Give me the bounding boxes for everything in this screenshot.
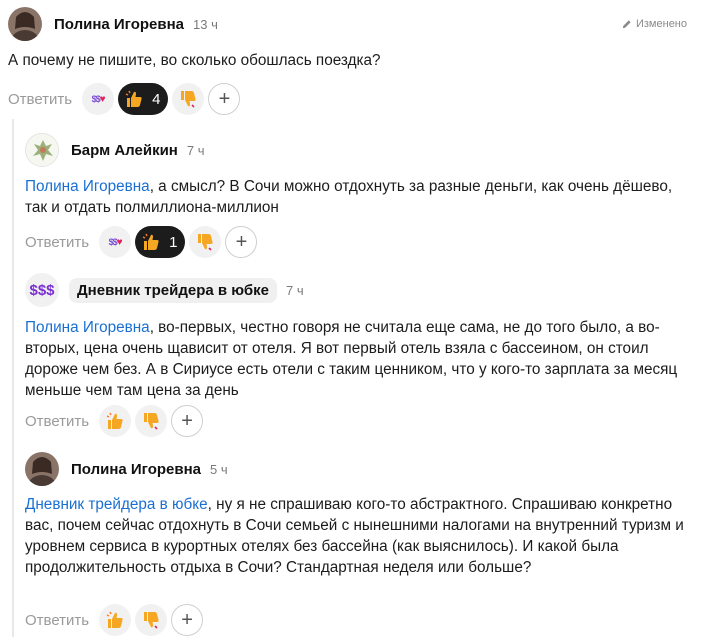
thumbs-down-icon — [144, 612, 159, 629]
timestamp: 5 ч — [210, 461, 228, 477]
reply-button[interactable]: Ответить — [8, 91, 72, 108]
comment-actions: Ответить + — [25, 405, 204, 437]
comment-header: $$$ Дневник трейдера в юбке 7 ч — [25, 273, 304, 307]
timestamp: 13 ч — [193, 16, 218, 32]
comment-header: Полина Игоревна 13 ч — [8, 7, 218, 41]
comment-header: Полина Игоревна 5 ч — [25, 452, 228, 486]
pencil-icon — [622, 19, 631, 28]
money-heart-icon: $$♥ — [91, 93, 106, 105]
comment-text: Полина Игоревна, во-первых, честно говор… — [25, 319, 678, 399]
comment-actions: Ответить + — [25, 604, 204, 636]
like-reaction-button[interactable] — [99, 405, 132, 437]
comment-text: Дневник трейдера в юбке, ну я не спрашив… — [25, 496, 684, 576]
mention-link[interactable]: Полина Игоревна — [25, 319, 150, 336]
thumbs-up-icon — [125, 90, 142, 107]
author-name[interactable]: Дневник трейдера в юбке — [69, 277, 277, 303]
add-reaction-button[interactable]: + — [208, 83, 241, 115]
money-reaction-button[interactable]: $$♥ — [82, 83, 115, 115]
money-heart-icon: $$♥ — [108, 236, 123, 248]
avatar[interactable] — [25, 452, 59, 486]
reply-button[interactable]: Ответить — [25, 234, 89, 251]
comment-actions: Ответить $$♥ 1 + — [25, 226, 258, 258]
like-count: 1 — [169, 233, 178, 251]
timestamp: 7 ч — [186, 142, 205, 158]
dislike-reaction-button[interactable] — [135, 604, 168, 636]
avatar[interactable] — [25, 133, 59, 167]
add-reaction-button[interactable]: + — [171, 405, 204, 437]
author-name[interactable]: Барм Алейкин — [71, 142, 178, 159]
thumbs-down-icon — [198, 234, 214, 251]
dislike-reaction-button[interactable] — [172, 83, 205, 115]
edited-label: Изменено — [621, 18, 687, 30]
mention-link[interactable]: Полина Игоревна — [25, 178, 150, 195]
thumbs-up-icon — [142, 233, 159, 250]
dislike-reaction-button[interactable] — [135, 405, 168, 437]
like-reaction-button[interactable]: 1 — [135, 226, 186, 258]
thread-line — [12, 119, 14, 637]
like-count: 4 — [152, 90, 161, 108]
plus-icon: + — [181, 410, 193, 432]
thumbs-down-icon — [181, 91, 197, 108]
reply-button[interactable]: Ответить — [25, 612, 89, 629]
plus-icon: + — [181, 609, 193, 631]
comment-header: Барм Алейкин 7 ч — [25, 133, 205, 167]
comment-text: Полина Игоревна, а смысл? В Сочи можно о… — [25, 178, 673, 216]
add-reaction-button[interactable]: + — [171, 604, 204, 636]
like-reaction-button[interactable]: 4 — [118, 83, 169, 115]
thumbs-down-icon — [144, 413, 159, 430]
thumbs-up-icon — [106, 412, 123, 429]
author-name[interactable]: Полина Игоревна — [71, 461, 201, 478]
timestamp: 7 ч — [286, 282, 304, 298]
plus-icon: + — [218, 88, 231, 110]
author-name[interactable]: Полина Игоревна — [54, 16, 184, 33]
thumbs-up-icon — [106, 611, 123, 628]
avatar[interactable] — [8, 7, 42, 41]
mention-link[interactable]: Дневник трейдера в юбке — [25, 496, 208, 513]
money-reaction-button[interactable]: $$♥ — [99, 226, 132, 258]
dislike-reaction-button[interactable] — [189, 226, 222, 258]
like-reaction-button[interactable] — [99, 604, 132, 636]
reply-button[interactable]: Ответить — [25, 413, 89, 430]
comment-actions: Ответить $$♥ 4 + — [8, 83, 241, 115]
avatar[interactable]: $$$ — [25, 273, 59, 307]
plus-icon: + — [235, 231, 248, 253]
add-reaction-button[interactable]: + — [225, 226, 258, 258]
comment-text: А почему не пишите, во сколько обошлась … — [8, 52, 381, 69]
